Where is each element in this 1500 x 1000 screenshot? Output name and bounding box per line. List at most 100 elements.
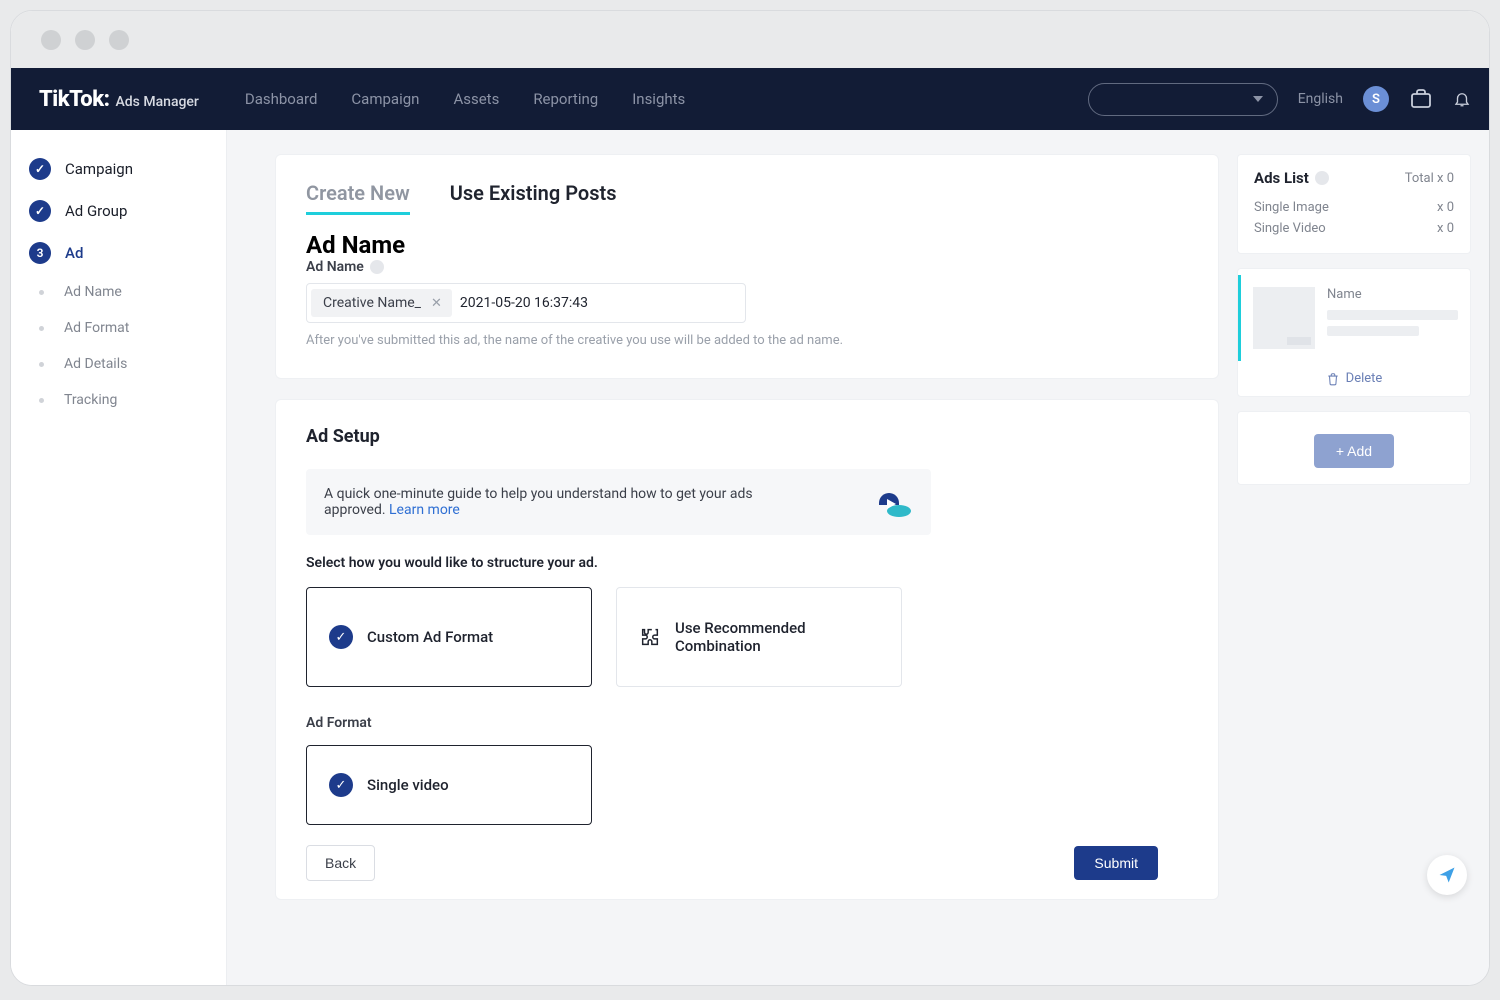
- account-select[interactable]: [1088, 83, 1278, 116]
- structure-options: ✓ Custom Ad Format Use Recommended Combi…: [306, 587, 1188, 687]
- sidebar-step-campaign[interactable]: Campaign: [11, 148, 226, 190]
- back-button[interactable]: Back: [306, 845, 375, 881]
- option-custom-format[interactable]: ✓ Custom Ad Format: [306, 587, 592, 687]
- sidebar-sub-adname[interactable]: Ad Name: [11, 274, 226, 310]
- main-area: Campaign Ad Group 3 Ad Ad Name Ad Format…: [11, 130, 1489, 985]
- nav-insights[interactable]: Insights: [632, 90, 685, 108]
- chip-text: Creative Name_: [323, 295, 421, 311]
- ads-list-thumb: Name: [1238, 275, 1470, 361]
- guide-learn-more-link[interactable]: Learn more: [389, 502, 460, 518]
- nav-reporting[interactable]: Reporting: [533, 90, 598, 108]
- top-right: English S: [1088, 83, 1471, 116]
- sidebar-step-adgroup[interactable]: Ad Group: [11, 190, 226, 232]
- ads-list-total: Total x 0: [1405, 171, 1454, 186]
- window-dot-zoom[interactable]: [109, 30, 129, 50]
- window-dot-minimize[interactable]: [75, 30, 95, 50]
- ad-format-value: Single video: [367, 776, 449, 794]
- card-ad-name: Create New Use Existing Posts Ad Name Ad…: [275, 154, 1219, 379]
- tab-create-new[interactable]: Create New: [306, 181, 410, 213]
- sidebar-step-label: Ad: [65, 244, 83, 262]
- ad-format-single-video[interactable]: ✓ Single video: [306, 745, 592, 825]
- nav-links: Dashboard Campaign Assets Reporting Insi…: [245, 90, 685, 108]
- sidebar: Campaign Ad Group 3 Ad Ad Name Ad Format…: [11, 130, 227, 985]
- delete-label: Delete: [1346, 371, 1383, 386]
- paper-plane-icon: [1437, 865, 1457, 885]
- row-name: Single Video: [1254, 221, 1326, 236]
- add-button[interactable]: + Add: [1314, 434, 1394, 468]
- sidebar-sub-adformat[interactable]: Ad Format: [11, 310, 226, 346]
- ads-list-title: Ads List: [1254, 169, 1329, 187]
- ads-list-row-image: Single Image x 0: [1254, 197, 1454, 218]
- tabs: Create New Use Existing Posts: [306, 181, 1188, 213]
- field-label-adname: Ad Name: [306, 259, 1188, 275]
- sidebar-sub-label: Ad Name: [64, 284, 122, 300]
- guide-illustration-icon: [869, 485, 913, 519]
- thumbnail-placeholder: [1253, 287, 1315, 349]
- help-icon[interactable]: [370, 260, 384, 274]
- field-label-text: Ad Name: [306, 259, 364, 275]
- thumb-info: Name: [1327, 287, 1458, 349]
- avatar[interactable]: S: [1363, 86, 1389, 112]
- option-label: Use Recommended Combination: [675, 619, 879, 655]
- top-nav: TikTok: Ads Manager Dashboard Campaign A…: [11, 68, 1489, 130]
- ad-format-label: Ad Format: [306, 715, 1188, 731]
- sidebar-sub-addetails[interactable]: Ad Details: [11, 346, 226, 382]
- skeleton-line: [1327, 310, 1458, 320]
- option-label: Custom Ad Format: [367, 628, 493, 646]
- check-icon: ✓: [329, 773, 353, 797]
- check-icon: ✓: [329, 625, 353, 649]
- sidebar-sub-label: Ad Details: [64, 356, 127, 372]
- tab-use-existing[interactable]: Use Existing Posts: [450, 181, 617, 213]
- sidebar-sub-label: Ad Format: [64, 320, 129, 336]
- chip-remove-icon[interactable]: ✕: [427, 296, 446, 311]
- sidebar-sub-label: Tracking: [64, 392, 117, 408]
- window-title-bar: [11, 11, 1489, 68]
- structure-select-label: Select how you would like to structure y…: [306, 555, 1188, 571]
- sidebar-step-ad[interactable]: 3 Ad: [11, 232, 226, 274]
- adname-value: 2021-05-20 16:37:43: [460, 295, 588, 311]
- row-count: x 0: [1437, 221, 1454, 236]
- content: Create New Use Existing Posts Ad Name Ad…: [227, 130, 1489, 985]
- bell-icon[interactable]: [1453, 87, 1471, 111]
- row-count: x 0: [1437, 200, 1454, 215]
- ads-list-item-card[interactable]: Name Delete: [1237, 268, 1471, 397]
- option-recommended-combination[interactable]: Use Recommended Combination: [616, 587, 902, 687]
- app-window: TikTok: Ads Manager Dashboard Campaign A…: [10, 10, 1490, 986]
- sidebar-sub-tracking[interactable]: Tracking: [11, 382, 226, 418]
- sidebar-step-label: Campaign: [65, 160, 133, 178]
- chevron-down-icon: [1253, 96, 1263, 102]
- help-fab[interactable]: [1427, 855, 1467, 895]
- adname-chip: Creative Name_ ✕: [311, 289, 452, 317]
- ads-list-panel: Ads List Total x 0 Single Image x 0 Sing…: [1237, 154, 1471, 254]
- card-ad-setup: Ad Setup A quick one-minute guide to hel…: [275, 399, 1219, 900]
- ads-list-title-text: Ads List: [1254, 169, 1309, 187]
- check-icon: [29, 158, 51, 180]
- guide-banner: A quick one-minute guide to help you und…: [306, 469, 931, 535]
- skeleton-line: [1327, 326, 1419, 336]
- section-title-adsetup: Ad Setup: [306, 426, 1188, 447]
- brand-main: TikTok:: [39, 87, 110, 112]
- adname-input[interactable]: Creative Name_ ✕ 2021-05-20 16:37:43: [306, 283, 746, 323]
- help-icon[interactable]: [1315, 171, 1329, 185]
- guide-text: A quick one-minute guide to help you und…: [324, 486, 804, 518]
- trash-icon: [1326, 372, 1340, 386]
- window-dot-close[interactable]: [41, 30, 61, 50]
- sidebar-step-label: Ad Group: [65, 202, 127, 220]
- briefcase-icon[interactable]: [1409, 87, 1433, 111]
- nav-dashboard[interactable]: Dashboard: [245, 90, 318, 108]
- puzzle-icon: [639, 626, 661, 648]
- step-number-badge: 3: [29, 242, 51, 264]
- nav-assets[interactable]: Assets: [453, 90, 499, 108]
- section-title-adname: Ad Name: [306, 231, 1188, 259]
- footer-actions: Back Submit: [306, 825, 1188, 881]
- brand-sub: Ads Manager: [116, 94, 199, 110]
- submit-button[interactable]: Submit: [1074, 846, 1158, 880]
- row-name: Single Image: [1254, 200, 1329, 215]
- delete-button[interactable]: Delete: [1238, 361, 1470, 386]
- adname-hint: After you've submitted this ad, the name…: [306, 333, 1188, 348]
- brand: TikTok: Ads Manager: [39, 87, 199, 112]
- nav-campaign[interactable]: Campaign: [351, 90, 419, 108]
- check-icon: [29, 200, 51, 222]
- language-select[interactable]: English: [1298, 91, 1343, 107]
- ads-list-add-panel: + Add: [1237, 411, 1471, 485]
